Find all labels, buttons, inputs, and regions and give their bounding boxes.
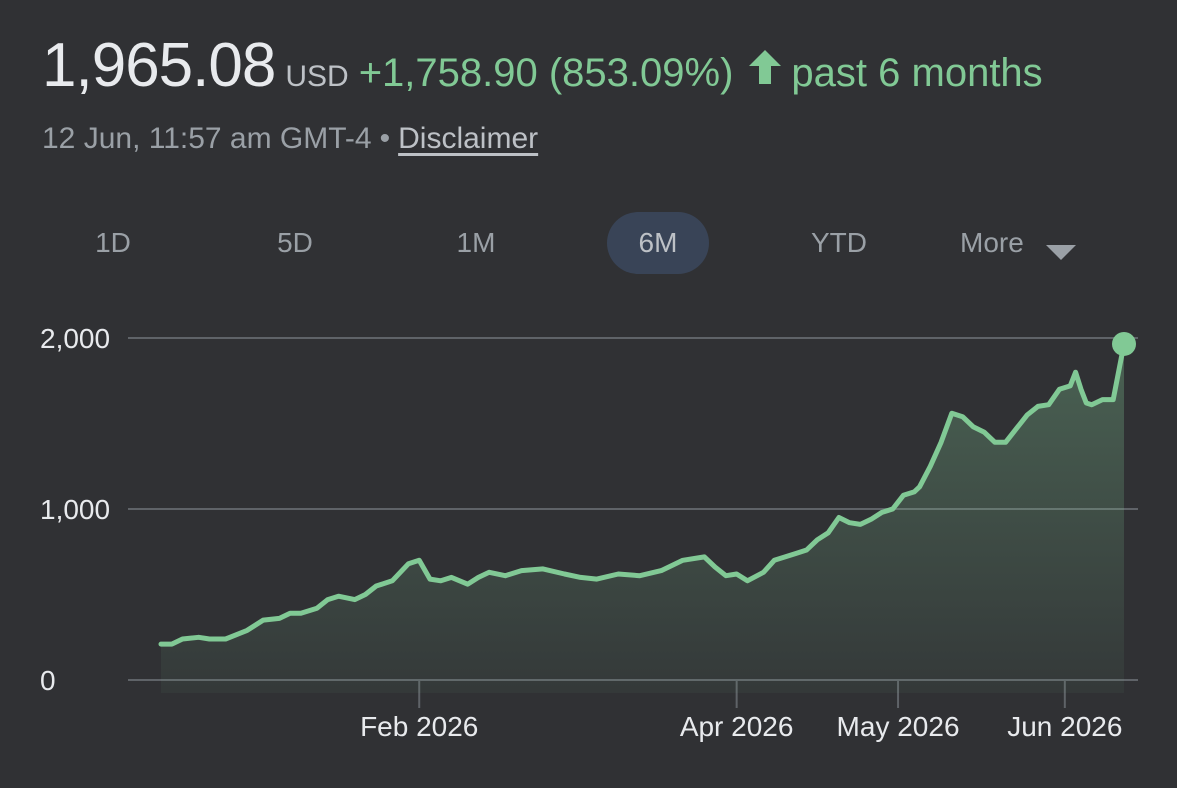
y-tick-label: 1,000 (40, 494, 110, 525)
data-point (971, 425, 975, 429)
data-point (993, 440, 997, 444)
data-point (772, 558, 776, 562)
data-point (245, 628, 249, 632)
data-point (1100, 398, 1104, 402)
data-point (450, 575, 454, 579)
x-tick-label: May 2026 (837, 711, 960, 742)
data-point (848, 521, 852, 525)
data-point (1025, 413, 1029, 417)
data-point (745, 579, 749, 583)
data-point (439, 579, 443, 583)
data-point (659, 569, 663, 573)
data-point (261, 618, 265, 622)
data-point (277, 616, 281, 620)
data-point (982, 430, 986, 434)
data-point (901, 493, 905, 497)
data-point (476, 575, 480, 579)
data-point (1079, 387, 1083, 391)
data-point (762, 570, 766, 574)
data-point (197, 635, 201, 639)
data-point (961, 415, 965, 419)
data-point (1111, 398, 1115, 402)
data-point (1090, 403, 1094, 407)
data-point (713, 565, 717, 569)
data-point (519, 569, 523, 573)
data-point (950, 411, 954, 415)
data-point (562, 572, 566, 576)
price-chart: 0 1,000 2,000 Feb 2026 Apr 2026 May 2026 Jun … (40, 323, 1138, 742)
data-point (735, 572, 739, 576)
data-point (702, 555, 706, 559)
data-point (858, 522, 862, 526)
data-point (288, 611, 292, 615)
data-point (616, 572, 620, 576)
data-point (1074, 370, 1078, 374)
data-point (159, 642, 163, 646)
data-point (315, 606, 319, 610)
data-point (912, 490, 916, 494)
data-point (869, 517, 873, 521)
data-point (207, 637, 211, 641)
data-point (724, 574, 728, 578)
data-point (406, 562, 410, 566)
data-point (681, 558, 685, 562)
data-point (374, 584, 378, 588)
price-area (161, 344, 1124, 693)
data-point (794, 551, 798, 555)
data-point (1004, 440, 1008, 444)
data-point (390, 579, 394, 583)
x-tick-label: Apr 2026 (680, 711, 794, 742)
data-point (224, 637, 228, 641)
data-point (783, 555, 787, 559)
data-point (579, 575, 583, 579)
data-point (417, 558, 421, 562)
price-series (158, 331, 1136, 693)
data-point (503, 574, 507, 578)
data-point (170, 642, 174, 646)
data-point (638, 574, 642, 578)
data-point (428, 577, 432, 581)
data-point (918, 485, 922, 489)
data-point (837, 516, 841, 520)
data-point (1068, 384, 1072, 388)
y-axis: 0 1,000 2,000 (40, 323, 110, 696)
y-tick-label: 0 (40, 665, 56, 696)
data-point (805, 548, 809, 552)
data-point (326, 598, 330, 602)
data-point (541, 567, 545, 571)
data-point (337, 594, 341, 598)
data-point (299, 611, 303, 615)
data-point (939, 440, 943, 444)
data-point (1084, 401, 1088, 405)
data-point (826, 531, 830, 535)
last-point-marker (1112, 331, 1136, 356)
data-point (353, 598, 357, 602)
data-point (815, 538, 819, 542)
data-point (363, 593, 367, 597)
data-point (928, 464, 932, 468)
data-point (1036, 404, 1040, 408)
data-point (466, 582, 470, 586)
data-point (1047, 403, 1051, 407)
data-point (487, 570, 491, 574)
data-point (880, 510, 884, 514)
y-tick-label: 2,000 (40, 323, 110, 354)
data-point (891, 507, 895, 511)
data-point (595, 577, 599, 581)
data-point (181, 637, 185, 641)
x-tick-label: Jun 2026 (1007, 711, 1122, 742)
data-point (1014, 427, 1018, 431)
data-point (1057, 387, 1061, 391)
x-tick-label: Feb 2026 (360, 711, 478, 742)
